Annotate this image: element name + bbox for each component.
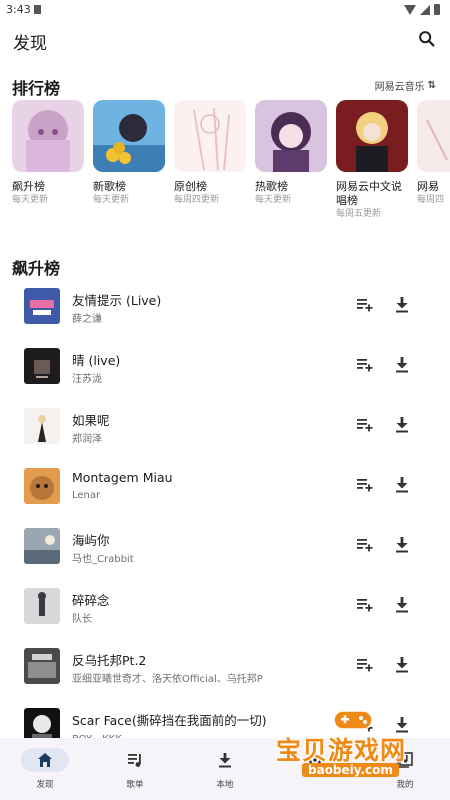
add-to-playlist-icon[interactable]	[357, 538, 373, 552]
song-title: 晴 (live)	[72, 353, 121, 368]
song-title: Montagem Miau	[72, 470, 173, 485]
ranking-cover	[417, 100, 450, 172]
ranking-card-update: 每周四更新	[174, 195, 220, 205]
download-icon[interactable]	[395, 357, 409, 373]
ranking-source-selector[interactable]: 网易云音乐 ⇅	[375, 78, 436, 93]
ranking-card-name: 飙升榜	[12, 180, 45, 193]
song-title: 友情提示 (Live)	[72, 293, 162, 308]
top-app-bar: 发现	[0, 20, 450, 60]
ranking-section-title: 排行榜	[12, 79, 61, 98]
ranking-card[interactable]: 新歌榜 每天更新	[93, 100, 165, 206]
song-cover	[24, 648, 60, 684]
song-artist: 队长	[72, 614, 92, 625]
status-time: 3:43	[6, 3, 31, 16]
search-icon[interactable]	[416, 28, 438, 50]
battery-icon	[434, 4, 440, 15]
download-icon	[219, 753, 231, 768]
ranking-cover	[174, 100, 246, 172]
tab-label: 发现	[36, 780, 54, 790]
watermark-logo: 宝贝游戏网 baobeiy.com	[268, 705, 448, 785]
status-bar: 3:43	[0, 0, 450, 20]
add-to-playlist-icon[interactable]	[357, 658, 373, 672]
add-to-playlist-icon[interactable]	[357, 598, 373, 612]
song-row[interactable]: 友情提示 (Live) 薛之谦	[0, 278, 450, 338]
song-artist: 汪苏泷	[72, 374, 102, 385]
watermark-text: 宝贝游戏网	[276, 736, 407, 765]
add-to-playlist-icon[interactable]	[357, 418, 373, 432]
download-icon[interactable]	[395, 297, 409, 313]
soaring-section-title: 飙升榜	[12, 259, 61, 278]
ranking-cover	[93, 100, 165, 172]
ranking-card-name: 原创榜	[174, 180, 207, 193]
song-title: Scar Face(撕碎挡在我面前的一切)	[72, 713, 267, 728]
ranking-card[interactable]: 网易云中文说唱榜 每周五更新	[336, 100, 408, 220]
song-row[interactable]: 海屿你 马也_Crabbit	[0, 518, 450, 578]
ranking-cover	[255, 100, 327, 172]
ranking-card-name: 新歌榜	[93, 180, 126, 193]
tab-local[interactable]: 本地	[180, 738, 270, 800]
ranking-card-update: 每天更新	[255, 195, 292, 205]
ranking-card[interactable]: 网易 每周四	[417, 100, 450, 206]
ranking-card[interactable]: 热歌榜 每天更新	[255, 100, 327, 206]
ranking-cards-row: 飙升榜 每天更新 新歌榜 每天更新 原创榜 每周四更新 热歌榜 每天更新 网易云…	[12, 100, 450, 230]
ranking-card[interactable]: 原创榜 每周四更新	[174, 100, 246, 206]
tab-label: 本地	[216, 780, 234, 790]
ranking-card-name: 网易云中文说唱榜	[336, 180, 402, 207]
ranking-card-name: 网易	[417, 180, 439, 193]
download-icon[interactable]	[395, 537, 409, 553]
song-cover	[24, 588, 60, 624]
song-artist: 薛之谦	[72, 314, 102, 325]
song-row[interactable]: 如果呢 郑润泽	[0, 398, 450, 458]
song-title: 海屿你	[72, 533, 110, 548]
watermark-url: baobeiy.com	[302, 763, 399, 777]
song-artist: Lenar	[72, 490, 101, 501]
gamepad-icon	[333, 710, 373, 730]
download-icon[interactable]	[395, 417, 409, 433]
home-icon	[38, 753, 52, 767]
ranking-cover	[12, 100, 84, 172]
ranking-source-label: 网易云音乐	[374, 82, 425, 93]
playlist-icon	[128, 754, 141, 767]
song-cover	[24, 528, 60, 564]
song-cover	[24, 348, 60, 384]
song-row[interactable]: Montagem Miau Lenar	[0, 458, 450, 518]
ranking-card-update: 每周五更新	[336, 209, 382, 219]
ranking-cover	[336, 100, 408, 172]
add-to-playlist-icon[interactable]	[357, 358, 373, 372]
download-icon[interactable]	[395, 477, 409, 493]
add-to-playlist-icon[interactable]	[357, 298, 373, 312]
song-title: 反乌托邦Pt.2	[72, 653, 147, 668]
signal-icon	[420, 4, 430, 15]
page-title: 发现	[13, 34, 47, 54]
sd-card-icon	[34, 5, 41, 14]
song-row[interactable]: 晴 (live) 汪苏泷	[0, 338, 450, 398]
tab-discover[interactable]: 发现	[0, 738, 90, 800]
wifi-icon	[404, 4, 416, 15]
download-icon[interactable]	[395, 657, 409, 673]
ranking-card-update: 每天更新	[12, 195, 49, 205]
sort-icon: ⇅	[427, 80, 436, 91]
ranking-card-update: 每天更新	[93, 195, 130, 205]
download-icon[interactable]	[395, 597, 409, 613]
status-icons	[404, 4, 440, 15]
song-cover	[24, 408, 60, 444]
song-artist: 郑润泽	[72, 434, 102, 445]
ranking-card-name: 热歌榜	[255, 180, 288, 193]
song-artist: 亚细亚曦世奇才、洛天依Official、乌托邦P	[72, 674, 263, 685]
tab-label: 歌单	[126, 780, 144, 790]
ranking-card[interactable]: 飙升榜 每天更新	[12, 100, 84, 206]
tab-playlists[interactable]: 歌单	[90, 738, 180, 800]
ranking-card-update: 每周四	[417, 195, 445, 205]
song-artist: 马也_Crabbit	[72, 554, 134, 565]
song-title: 如果呢	[72, 413, 110, 428]
song-cover	[24, 288, 60, 324]
song-title: 碎碎念	[72, 593, 110, 608]
song-row[interactable]: 碎碎念 队长	[0, 578, 450, 638]
add-to-playlist-icon[interactable]	[357, 478, 373, 492]
song-row[interactable]: 反乌托邦Pt.2 亚细亚曦世奇才、洛天依Official、乌托邦P	[0, 638, 450, 698]
song-cover	[24, 468, 60, 504]
